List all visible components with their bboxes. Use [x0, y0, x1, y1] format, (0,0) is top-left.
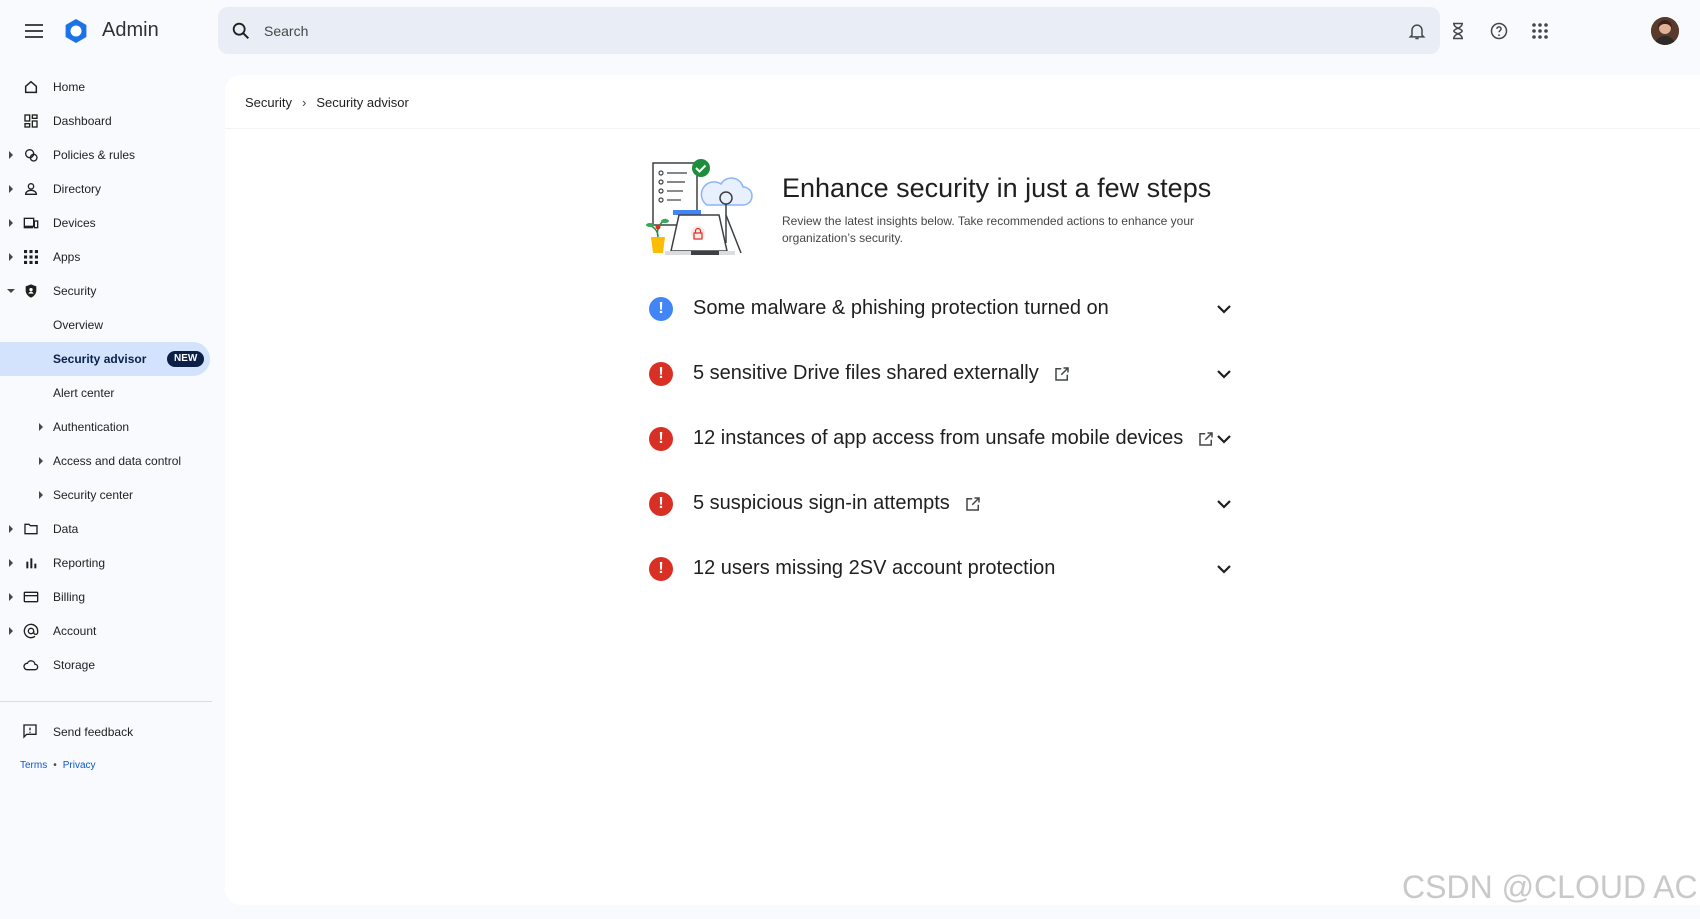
apps-grid-icon: [22, 248, 40, 266]
search-input[interactable]: Search: [264, 23, 308, 39]
terms-link[interactable]: Terms: [20, 760, 47, 771]
breadcrumb-current: Security advisor: [316, 95, 409, 110]
chevron-down-icon[interactable]: [1212, 297, 1236, 321]
sidebar-item-policies[interactable]: Policies & rules: [0, 138, 212, 172]
sidebar-item-security-advisor[interactable]: Security advisor NEW: [0, 342, 210, 376]
insight-row-suspicious-signin[interactable]: ! 5 suspicious sign-in attempts: [645, 478, 1285, 543]
expand-caret-icon[interactable]: [39, 423, 43, 431]
expand-caret-icon[interactable]: [9, 559, 13, 567]
chevron-down-icon[interactable]: [1212, 362, 1236, 386]
sidebar-item-storage[interactable]: Storage: [0, 648, 212, 682]
credit-card-icon: [22, 588, 40, 606]
sidebar-item-reporting[interactable]: Reporting: [0, 546, 212, 580]
chevron-down-icon[interactable]: [1212, 492, 1236, 516]
expand-caret-icon[interactable]: [39, 491, 43, 499]
feedback-icon: [22, 723, 40, 741]
insight-title: 5 suspicious sign-in attempts: [693, 492, 950, 514]
sidebar-item-account[interactable]: Account: [0, 614, 212, 648]
info-status-icon: !: [649, 297, 673, 321]
bar-chart-icon: [22, 554, 40, 572]
collapse-caret-icon[interactable]: [7, 289, 15, 293]
separator-dot: •: [53, 760, 57, 771]
legal-links: Terms • Privacy: [20, 760, 96, 771]
insight-title: 12 users missing 2SV account protection: [693, 557, 1056, 579]
insight-row-drive-files[interactable]: ! 5 sensitive Drive files shared externa…: [645, 348, 1285, 413]
admin-logo-icon[interactable]: [63, 18, 89, 44]
watermark-text: CSDN @CLOUD ACE: [1402, 869, 1700, 905]
expand-caret-icon[interactable]: [9, 253, 13, 261]
insight-title: 12 instances of app access from unsafe m…: [693, 427, 1184, 449]
main-content: Security › Security advisor Enhance secu…: [225, 75, 1700, 905]
insight-row-unsafe-mobile[interactable]: ! 12 instances of app access from unsafe…: [645, 413, 1285, 478]
expand-caret-icon[interactable]: [39, 457, 43, 465]
new-badge: NEW: [167, 351, 205, 367]
chevron-down-icon[interactable]: [1212, 557, 1236, 581]
apps-launcher-icon[interactable]: [1528, 19, 1552, 43]
critical-status-icon: !: [649, 362, 673, 386]
tasks-hourglass-icon[interactable]: [1446, 19, 1470, 43]
chevron-down-icon[interactable]: [1212, 427, 1236, 451]
breadcrumb-divider: [225, 128, 1700, 129]
critical-status-icon: !: [649, 492, 673, 516]
home-icon: [22, 78, 40, 96]
sidebar-item-overview[interactable]: Overview: [0, 308, 212, 342]
sidebar-item-home[interactable]: Home: [0, 70, 212, 104]
dashboard-icon: [22, 112, 40, 130]
sidebar-item-dashboard[interactable]: Dashboard: [0, 104, 212, 138]
critical-status-icon: !: [649, 557, 673, 581]
sidebar-item-security-center[interactable]: Security center: [0, 478, 212, 512]
hero-section: Enhance security in just a few steps Rev…: [645, 155, 1345, 265]
expand-caret-icon[interactable]: [9, 525, 13, 533]
devices-icon: [22, 214, 40, 232]
insight-title: Some malware & phishing protection turne…: [693, 297, 1109, 319]
sidebar-item-apps[interactable]: Apps: [0, 240, 212, 274]
app-title[interactable]: Admin: [102, 19, 159, 42]
sidebar-item-billing[interactable]: Billing: [0, 580, 212, 614]
main-menu-icon[interactable]: [20, 18, 48, 44]
sidebar-item-alert-center[interactable]: Alert center: [0, 376, 212, 410]
privacy-link[interactable]: Privacy: [63, 760, 96, 771]
expand-caret-icon[interactable]: [9, 185, 13, 193]
cloud-icon: [22, 656, 40, 674]
sidebar-item-access-data-control[interactable]: Access and data control: [0, 444, 212, 478]
sidebar-item-security[interactable]: Security: [0, 274, 212, 308]
sidebar-item-data[interactable]: Data: [0, 512, 212, 546]
open-in-new-icon[interactable]: [1053, 365, 1071, 383]
notifications-bell-icon[interactable]: [1405, 19, 1429, 43]
search-icon: [232, 22, 250, 39]
critical-status-icon: !: [649, 427, 673, 451]
sidebar-item-devices[interactable]: Devices: [0, 206, 212, 240]
user-avatar[interactable]: [1651, 17, 1679, 45]
at-sign-icon: [22, 622, 40, 640]
expand-caret-icon[interactable]: [9, 627, 13, 635]
chevron-right-icon: ›: [301, 95, 307, 110]
page-title: Enhance security in just a few steps: [782, 173, 1212, 203]
expand-caret-icon[interactable]: [9, 219, 13, 227]
expand-caret-icon[interactable]: [9, 151, 13, 159]
policies-icon: [22, 146, 40, 164]
folder-icon: [22, 520, 40, 538]
sidebar-nav: Home Dashboard Policies & rules Director…: [0, 70, 212, 682]
breadcrumb: Security › Security advisor: [245, 95, 409, 110]
search-bar[interactable]: Search: [218, 7, 1440, 54]
shield-icon: [22, 282, 40, 300]
insight-title: 5 sensitive Drive files shared externall…: [693, 362, 1039, 384]
person-icon: [22, 180, 40, 198]
top-bar: Admin Search: [0, 0, 1700, 62]
send-feedback-button[interactable]: Send feedback: [0, 715, 212, 749]
page-subtitle: Review the latest insights below. Take r…: [782, 214, 1195, 245]
insight-row-missing-2sv[interactable]: ! 12 users missing 2SV account protectio…: [645, 543, 1285, 608]
breadcrumb-security[interactable]: Security: [245, 95, 292, 110]
open-in-new-icon[interactable]: [964, 495, 982, 513]
insight-row-malware-phishing[interactable]: ! Some malware & phishing protection tur…: [645, 283, 1285, 348]
sidebar-item-authentication[interactable]: Authentication: [0, 410, 212, 444]
insights-list: ! Some malware & phishing protection tur…: [645, 283, 1285, 608]
help-icon[interactable]: [1487, 19, 1511, 43]
sidebar-divider: [0, 701, 212, 702]
security-illustration-icon: [645, 155, 755, 261]
expand-caret-icon[interactable]: [9, 593, 13, 601]
sidebar-item-directory[interactable]: Directory: [0, 172, 212, 206]
